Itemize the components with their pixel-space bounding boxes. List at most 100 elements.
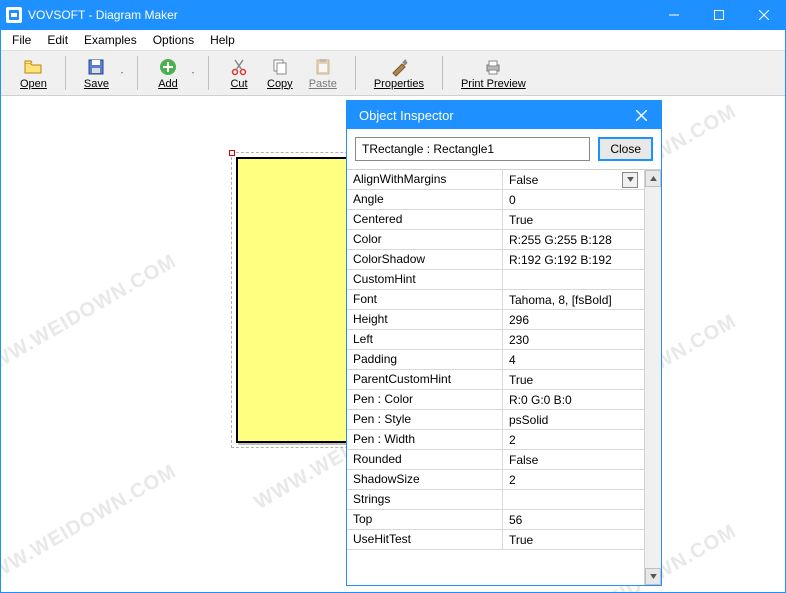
property-name: Top <box>347 510 503 529</box>
print-preview-button[interactable]: Print Preview <box>453 55 534 92</box>
property-name: Pen : Width <box>347 430 503 449</box>
property-value[interactable]: 56 <box>503 510 644 529</box>
property-row[interactable]: Angle0 <box>347 190 644 210</box>
property-name: Rounded <box>347 450 503 469</box>
property-row[interactable]: Left230 <box>347 330 644 350</box>
menu-help[interactable]: Help <box>202 31 243 49</box>
close-button[interactable]: Close <box>598 137 653 161</box>
menu-options[interactable]: Options <box>145 31 202 49</box>
object-name-input[interactable] <box>355 137 590 161</box>
property-value[interactable]: True <box>503 210 644 229</box>
inspector-close-button[interactable] <box>621 101 661 129</box>
property-row[interactable]: ColorShadowR:192 G:192 B:192 <box>347 250 644 270</box>
property-row[interactable]: Pen : StylepsSolid <box>347 410 644 430</box>
property-name: Angle <box>347 190 503 209</box>
window-title: VOVSOFT - Diagram Maker <box>28 8 651 22</box>
property-name: Font <box>347 290 503 309</box>
menu-file[interactable]: File <box>4 31 39 49</box>
properties-icon <box>389 57 409 77</box>
separator <box>208 56 209 90</box>
property-name: ShadowSize <box>347 470 503 489</box>
property-name: CustomHint <box>347 270 503 289</box>
watermark: WWW.WEIDOWN.COM <box>1 460 181 592</box>
save-icon <box>86 57 106 77</box>
property-value[interactable]: 2 <box>503 470 644 489</box>
property-row[interactable]: RoundedFalse <box>347 450 644 470</box>
property-row[interactable]: AlignWithMarginsFalse <box>347 170 644 190</box>
property-row[interactable]: CustomHint <box>347 270 644 290</box>
inspector-header: Close <box>347 129 661 170</box>
add-icon <box>158 57 178 77</box>
property-value[interactable]: psSolid <box>503 410 644 429</box>
property-row[interactable]: Pen : ColorR:0 G:0 B:0 <box>347 390 644 410</box>
property-name: Pen : Color <box>347 390 503 409</box>
window-controls <box>651 0 786 30</box>
property-value[interactable]: False <box>503 450 644 469</box>
inspector-body: AlignWithMarginsFalseAngle0CenteredTrueC… <box>347 170 661 585</box>
property-row[interactable]: Strings <box>347 490 644 510</box>
property-value[interactable]: Tahoma, 8, [fsBold] <box>503 290 644 309</box>
maximize-button[interactable] <box>696 0 741 30</box>
property-value[interactable]: R:0 G:0 B:0 <box>503 390 644 409</box>
properties-label: Properties <box>374 78 424 90</box>
property-row[interactable]: ColorR:255 G:255 B:128 <box>347 230 644 250</box>
property-row[interactable]: UseHitTestTrue <box>347 530 644 550</box>
property-name: Color <box>347 230 503 249</box>
resize-handle-nw[interactable] <box>229 150 235 156</box>
scroll-track[interactable] <box>645 187 661 568</box>
separator <box>355 56 356 90</box>
property-value[interactable]: 2 <box>503 430 644 449</box>
menu-examples[interactable]: Examples <box>76 31 145 49</box>
property-row[interactable]: Padding4 <box>347 350 644 370</box>
open-label: Open <box>20 78 47 90</box>
app-icon <box>6 7 22 23</box>
scroll-down-button[interactable] <box>645 568 661 585</box>
property-name: Height <box>347 310 503 329</box>
save-button[interactable]: Save <box>76 55 117 92</box>
property-row[interactable]: CenteredTrue <box>347 210 644 230</box>
inspector-titlebar[interactable]: Object Inspector <box>347 101 661 129</box>
paste-button[interactable]: Paste <box>301 55 345 92</box>
cut-icon <box>229 57 249 77</box>
object-inspector: Object Inspector Close AlignWithMarginsF… <box>346 100 662 586</box>
minimize-button[interactable] <box>651 0 696 30</box>
cut-button[interactable]: Cut <box>219 55 259 92</box>
menubar: File Edit Examples Options Help <box>0 30 786 51</box>
property-row[interactable]: FontTahoma, 8, [fsBold] <box>347 290 644 310</box>
property-value[interactable]: True <box>503 370 644 389</box>
property-name: Left <box>347 330 503 349</box>
copy-label: Copy <box>267 78 293 90</box>
menu-edit[interactable]: Edit <box>39 31 76 49</box>
scroll-up-button[interactable] <box>645 170 661 187</box>
copy-button[interactable]: Copy <box>259 55 301 92</box>
add-button[interactable]: Add <box>148 55 188 92</box>
add-dropdown[interactable] <box>188 70 198 76</box>
property-row[interactable]: ShadowSize2 <box>347 470 644 490</box>
property-row[interactable]: ParentCustomHintTrue <box>347 370 644 390</box>
property-row[interactable]: Height296 <box>347 310 644 330</box>
property-value[interactable]: 230 <box>503 330 644 349</box>
close-button[interactable] <box>741 0 786 30</box>
open-button[interactable]: Open <box>12 55 55 92</box>
property-value[interactable]: R:255 G:255 B:128 <box>503 230 644 249</box>
properties-button[interactable]: Properties <box>366 55 432 92</box>
property-name: Pen : Style <box>347 410 503 429</box>
property-value[interactable]: R:192 G:192 B:192 <box>503 250 644 269</box>
print-preview-label: Print Preview <box>461 78 526 90</box>
property-value[interactable]: 0 <box>503 190 644 209</box>
property-grid[interactable]: AlignWithMarginsFalseAngle0CenteredTrueC… <box>347 170 644 585</box>
property-row[interactable]: Pen : Width2 <box>347 430 644 450</box>
property-value[interactable]: 4 <box>503 350 644 369</box>
property-value[interactable]: False <box>503 170 644 189</box>
property-value[interactable] <box>503 270 644 289</box>
copy-icon <box>270 57 290 77</box>
property-row[interactable]: Top56 <box>347 510 644 530</box>
property-value[interactable]: 296 <box>503 310 644 329</box>
dropdown-button[interactable] <box>622 172 638 188</box>
property-value[interactable]: True <box>503 530 644 549</box>
save-dropdown[interactable] <box>117 70 127 76</box>
paste-icon <box>313 57 333 77</box>
property-value[interactable] <box>503 490 644 509</box>
separator <box>442 56 443 90</box>
scrollbar[interactable] <box>644 170 661 585</box>
